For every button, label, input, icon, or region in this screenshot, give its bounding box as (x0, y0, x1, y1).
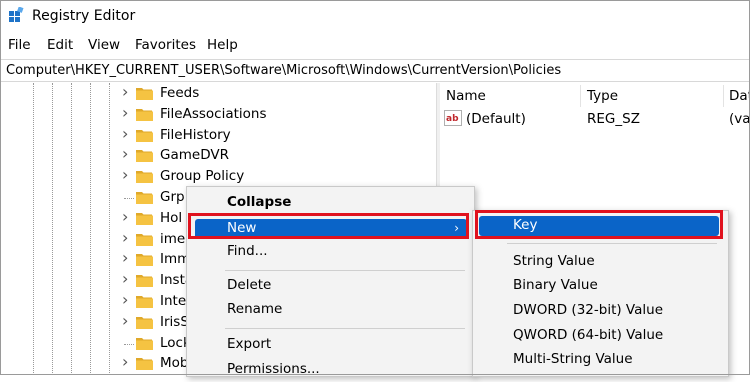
value-type[interactable]: REG_SZ (587, 111, 640, 127)
callout-highlight-key (475, 210, 723, 239)
column-name[interactable]: Name (446, 88, 486, 104)
string-value-icon: ab (444, 110, 462, 126)
submenu-dword-value[interactable]: DWORD (32-bit) Value (513, 302, 663, 318)
address-bar[interactable]: Computer\HKEY_CURRENT_USER\Software\Micr… (0, 59, 750, 82)
column-divider[interactable] (723, 85, 724, 107)
tree-guide-line (109, 83, 111, 375)
folder-icon (136, 337, 153, 350)
folder-icon (136, 108, 153, 121)
chevron-right-icon[interactable]: › (122, 248, 128, 267)
tree-item-label: Hol (160, 209, 183, 226)
menu-edit[interactable]: Edit (47, 37, 73, 53)
menu-collapse-label: Collapse (227, 194, 292, 210)
value-data[interactable]: (val (729, 111, 750, 127)
column-divider[interactable] (580, 85, 581, 107)
menu-permissions[interactable]: Permissions... (187, 358, 474, 382)
folder-icon (136, 316, 153, 329)
chevron-right-icon[interactable]: › (122, 352, 128, 371)
menu-help[interactable]: Help (207, 37, 238, 53)
submenu-qword-value[interactable]: QWORD (64-bit) Value (513, 327, 663, 343)
folder-icon (136, 212, 153, 225)
callout-highlight-new (188, 213, 469, 239)
tree-connector (124, 198, 134, 199)
submenu-binary-value[interactable]: Binary Value (513, 277, 598, 293)
menu-delete-label: Delete (227, 277, 272, 293)
chevron-right-icon[interactable]: › (122, 311, 128, 330)
tree-item-label: ime (160, 230, 186, 247)
tree-guide-line (90, 83, 92, 375)
menu-bar: File Edit View Favorites Help (0, 34, 750, 58)
menu-rename[interactable]: Rename (187, 298, 474, 322)
folder-icon (136, 254, 153, 267)
window-title: Registry Editor (32, 8, 136, 24)
tree-item[interactable]: › FileAssociations (120, 103, 420, 126)
tree-item-label: Feeds (160, 85, 200, 101)
chevron-right-icon[interactable]: › (122, 103, 128, 122)
chevron-right-icon[interactable]: › (122, 124, 128, 143)
menu-collapse[interactable]: Collapse (187, 191, 474, 215)
menu-file[interactable]: File (8, 37, 31, 53)
menu-export-label: Export (227, 336, 272, 352)
folder-icon (136, 192, 153, 204)
tree-connector (124, 343, 134, 345)
tree-item-label: Mob (160, 355, 189, 372)
menu-rename-label: Rename (227, 301, 283, 317)
column-data[interactable]: Dat (729, 88, 750, 104)
chevron-right-icon[interactable]: › (122, 207, 128, 226)
menu-separator (225, 328, 465, 329)
menu-find-label: Find... (227, 243, 268, 259)
title-bar: Registry Editor (0, 0, 750, 34)
chevron-right-icon[interactable]: › (122, 165, 128, 184)
registry-editor-icon (9, 7, 24, 22)
folder-icon (136, 150, 153, 163)
submenu-multistring-value[interactable]: Multi-String Value (513, 351, 633, 367)
tree-item[interactable]: › Feeds (120, 83, 420, 105)
tree-item-label: Grp (160, 189, 185, 205)
tree-item-label: GameDVR (160, 147, 229, 164)
tree-item-label: IrisS (160, 313, 189, 330)
chevron-right-icon[interactable]: › (122, 269, 128, 288)
menu-find[interactable]: Find... (187, 240, 474, 264)
menu-delete[interactable]: Delete (187, 274, 474, 298)
chevron-right-icon[interactable]: › (122, 228, 128, 247)
folder-icon (136, 88, 153, 100)
tree-guide-line (52, 83, 54, 375)
column-type[interactable]: Type (587, 88, 618, 104)
value-name[interactable]: (Default) (466, 111, 526, 127)
menu-separator (507, 243, 717, 244)
tree-guide-line (71, 83, 73, 375)
folder-icon (136, 129, 153, 142)
chevron-right-icon[interactable]: › (122, 83, 128, 101)
menu-favorites[interactable]: Favorites (135, 37, 196, 53)
folder-icon (136, 171, 153, 184)
tree-item[interactable]: › FileHistory (120, 124, 420, 147)
chevron-right-icon[interactable]: › (122, 144, 128, 163)
menu-separator (225, 270, 465, 271)
tree-item-label: FileHistory (160, 126, 231, 143)
svg-text:ab: ab (446, 114, 459, 124)
tree-guide-line (33, 83, 35, 375)
folder-icon (136, 275, 153, 288)
tree-item-label: Inte (160, 293, 187, 309)
folder-icon (136, 358, 153, 371)
chevron-right-icon[interactable]: › (122, 290, 128, 309)
submenu-string-value[interactable]: String Value (513, 253, 595, 269)
tree-item[interactable]: › GameDVR (120, 144, 420, 167)
folder-icon (136, 233, 153, 246)
tree-item-label: Group Policy (160, 168, 245, 185)
menu-view[interactable]: View (88, 37, 120, 53)
tree-item-label: FileAssociations (160, 105, 267, 122)
folder-icon (136, 296, 153, 308)
menu-export[interactable]: Export (187, 333, 474, 357)
tree-item[interactable]: › Group Policy (120, 165, 420, 188)
